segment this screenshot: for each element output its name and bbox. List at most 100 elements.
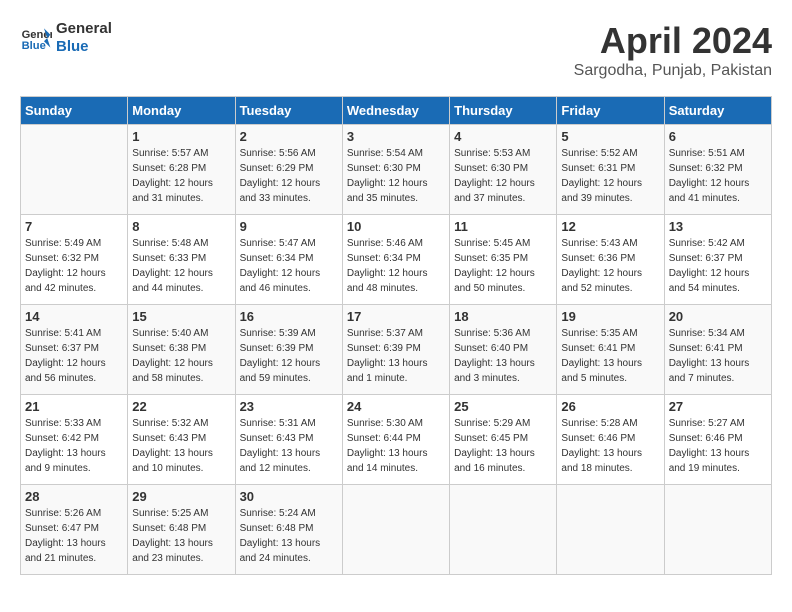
calendar-cell: 26Sunrise: 5:28 AM Sunset: 6:46 PM Dayli… (557, 395, 664, 485)
location-title: Sargodha, Punjab, Pakistan (574, 62, 772, 80)
day-info: Sunrise: 5:43 AM Sunset: 6:36 PM Dayligh… (561, 236, 659, 296)
logo-icon: General Blue (20, 22, 52, 54)
calendar-cell: 13Sunrise: 5:42 AM Sunset: 6:37 PM Dayli… (664, 215, 771, 305)
calendar-cell: 22 Sunrise: 5:32 AM Sunset: 6:43 PM Dayli… (128, 395, 235, 485)
calendar-cell: 4 Sunrise: 5:53 AM Sunset: 6:30 PM Daylig… (450, 125, 557, 215)
calendar-cell: 20Sunrise: 5:34 AM Sunset: 6:41 PM Dayli… (664, 305, 771, 395)
calendar-cell (450, 485, 557, 575)
day-number: 6 (669, 129, 767, 144)
calendar-cell (21, 125, 128, 215)
logo-general: General (56, 20, 112, 38)
calendar-cell (557, 485, 664, 575)
logo-blue: Blue (56, 38, 112, 56)
day-number: 21 (25, 399, 123, 414)
calendar-cell: 19Sunrise: 5:35 AM Sunset: 6:41 PM Dayli… (557, 305, 664, 395)
calendar-cell: 15Sunrise: 5:40 AM Sunset: 6:38 PM Dayli… (128, 305, 235, 395)
day-number: 3 (347, 129, 445, 144)
calendar-week-2: 7 Sunrise: 5:49 AM Sunset: 6:32 PM Daylig… (21, 215, 772, 305)
weekday-header-monday: Monday (128, 97, 235, 125)
day-info: Sunrise: 5:45 AM Sunset: 6:35 PM Dayligh… (454, 236, 552, 296)
day-info: Sunrise: 5:27 AM Sunset: 6:46 PM Dayligh… (669, 416, 767, 476)
title-area: April 2024 Sargodha, Punjab, Pakistan (574, 20, 772, 80)
weekday-header-wednesday: Wednesday (342, 97, 449, 125)
day-number: 30 (240, 489, 338, 504)
calendar-table: SundayMondayTuesdayWednesdayThursdayFrid… (20, 96, 772, 575)
weekday-header-saturday: Saturday (664, 97, 771, 125)
day-number: 11 (454, 219, 552, 234)
day-number: 8 (132, 219, 230, 234)
weekday-header-thursday: Thursday (450, 97, 557, 125)
calendar-cell: 28 Sunrise: 5:26 AM Sunset: 6:47 PM Dayli… (21, 485, 128, 575)
calendar-cell: 21Sunrise: 5:33 AM Sunset: 6:42 PM Dayli… (21, 395, 128, 485)
calendar-week-5: 28 Sunrise: 5:26 AM Sunset: 6:47 PM Dayli… (21, 485, 772, 575)
calendar-cell: 27 Sunrise: 5:27 AM Sunset: 6:46 PM Dayli… (664, 395, 771, 485)
calendar-cell (342, 485, 449, 575)
day-info: Sunrise: 5:42 AM Sunset: 6:37 PM Dayligh… (669, 236, 767, 296)
calendar-cell: 5 Sunrise: 5:52 AM Sunset: 6:31 PM Daylig… (557, 125, 664, 215)
day-info: Sunrise: 5:30 AM Sunset: 6:44 PM Dayligh… (347, 416, 445, 476)
calendar-cell: 6 Sunrise: 5:51 AM Sunset: 6:32 PM Daylig… (664, 125, 771, 215)
day-number: 23 (240, 399, 338, 414)
calendar-cell: 18 Sunrise: 5:36 AM Sunset: 6:40 PM Dayli… (450, 305, 557, 395)
day-info: Sunrise: 5:36 AM Sunset: 6:40 PM Dayligh… (454, 326, 552, 386)
header: General Blue General Blue April 2024 Sar… (20, 20, 772, 80)
day-number: 15 (132, 309, 230, 324)
day-number: 24 (347, 399, 445, 414)
day-info: Sunrise: 5:51 AM Sunset: 6:32 PM Dayligh… (669, 146, 767, 206)
weekday-header-row: SundayMondayTuesdayWednesdayThursdayFrid… (21, 97, 772, 125)
day-info: Sunrise: 5:56 AM Sunset: 6:29 PM Dayligh… (240, 146, 338, 206)
svg-text:Blue: Blue (22, 40, 46, 52)
day-info: Sunrise: 5:25 AM Sunset: 6:48 PM Dayligh… (132, 506, 230, 566)
calendar-cell: 29 Sunrise: 5:25 AM Sunset: 6:48 PM Dayli… (128, 485, 235, 575)
day-number: 18 (454, 309, 552, 324)
calendar-cell: 25 Sunrise: 5:29 AM Sunset: 6:45 PM Dayli… (450, 395, 557, 485)
day-info: Sunrise: 5:49 AM Sunset: 6:32 PM Dayligh… (25, 236, 123, 296)
day-info: Sunrise: 5:53 AM Sunset: 6:30 PM Dayligh… (454, 146, 552, 206)
day-number: 17 (347, 309, 445, 324)
calendar-cell: 17 Sunrise: 5:37 AM Sunset: 6:39 PM Dayli… (342, 305, 449, 395)
calendar-cell (664, 485, 771, 575)
day-info: Sunrise: 5:57 AM Sunset: 6:28 PM Dayligh… (132, 146, 230, 206)
calendar-cell: 8 Sunrise: 5:48 AM Sunset: 6:33 PM Daylig… (128, 215, 235, 305)
day-info: Sunrise: 5:47 AM Sunset: 6:34 PM Dayligh… (240, 236, 338, 296)
day-number: 1 (132, 129, 230, 144)
calendar-cell: 24 Sunrise: 5:30 AM Sunset: 6:44 PM Dayli… (342, 395, 449, 485)
day-number: 28 (25, 489, 123, 504)
calendar-cell: 16 Sunrise: 5:39 AM Sunset: 6:39 PM Dayli… (235, 305, 342, 395)
day-info: Sunrise: 5:24 AM Sunset: 6:48 PM Dayligh… (240, 506, 338, 566)
day-number: 5 (561, 129, 659, 144)
day-info: Sunrise: 5:39 AM Sunset: 6:39 PM Dayligh… (240, 326, 338, 386)
day-info: Sunrise: 5:48 AM Sunset: 6:33 PM Dayligh… (132, 236, 230, 296)
day-info: Sunrise: 5:46 AM Sunset: 6:34 PM Dayligh… (347, 236, 445, 296)
day-number: 20 (669, 309, 767, 324)
weekday-header-sunday: Sunday (21, 97, 128, 125)
day-info: Sunrise: 5:31 AM Sunset: 6:43 PM Dayligh… (240, 416, 338, 476)
day-info: Sunrise: 5:32 AM Sunset: 6:43 PM Dayligh… (132, 416, 230, 476)
day-number: 7 (25, 219, 123, 234)
calendar-cell: 1 Sunrise: 5:57 AM Sunset: 6:28 PM Daylig… (128, 125, 235, 215)
calendar-week-3: 14Sunrise: 5:41 AM Sunset: 6:37 PM Dayli… (21, 305, 772, 395)
calendar-cell: 30 Sunrise: 5:24 AM Sunset: 6:48 PM Dayli… (235, 485, 342, 575)
calendar-body: 1 Sunrise: 5:57 AM Sunset: 6:28 PM Daylig… (21, 125, 772, 575)
day-number: 22 (132, 399, 230, 414)
calendar-cell: 3Sunrise: 5:54 AM Sunset: 6:30 PM Daylig… (342, 125, 449, 215)
calendar-cell: 10 Sunrise: 5:46 AM Sunset: 6:34 PM Dayli… (342, 215, 449, 305)
day-info: Sunrise: 5:28 AM Sunset: 6:46 PM Dayligh… (561, 416, 659, 476)
weekday-header-tuesday: Tuesday (235, 97, 342, 125)
calendar-cell: 12 Sunrise: 5:43 AM Sunset: 6:36 PM Dayli… (557, 215, 664, 305)
calendar-cell: 23 Sunrise: 5:31 AM Sunset: 6:43 PM Dayli… (235, 395, 342, 485)
day-info: Sunrise: 5:37 AM Sunset: 6:39 PM Dayligh… (347, 326, 445, 386)
day-info: Sunrise: 5:52 AM Sunset: 6:31 PM Dayligh… (561, 146, 659, 206)
day-number: 16 (240, 309, 338, 324)
day-number: 4 (454, 129, 552, 144)
day-number: 19 (561, 309, 659, 324)
day-info: Sunrise: 5:26 AM Sunset: 6:47 PM Dayligh… (25, 506, 123, 566)
day-info: Sunrise: 5:29 AM Sunset: 6:45 PM Dayligh… (454, 416, 552, 476)
day-number: 25 (454, 399, 552, 414)
day-number: 12 (561, 219, 659, 234)
day-number: 29 (132, 489, 230, 504)
day-number: 27 (669, 399, 767, 414)
day-number: 10 (347, 219, 445, 234)
day-number: 2 (240, 129, 338, 144)
calendar-week-1: 1 Sunrise: 5:57 AM Sunset: 6:28 PM Daylig… (21, 125, 772, 215)
